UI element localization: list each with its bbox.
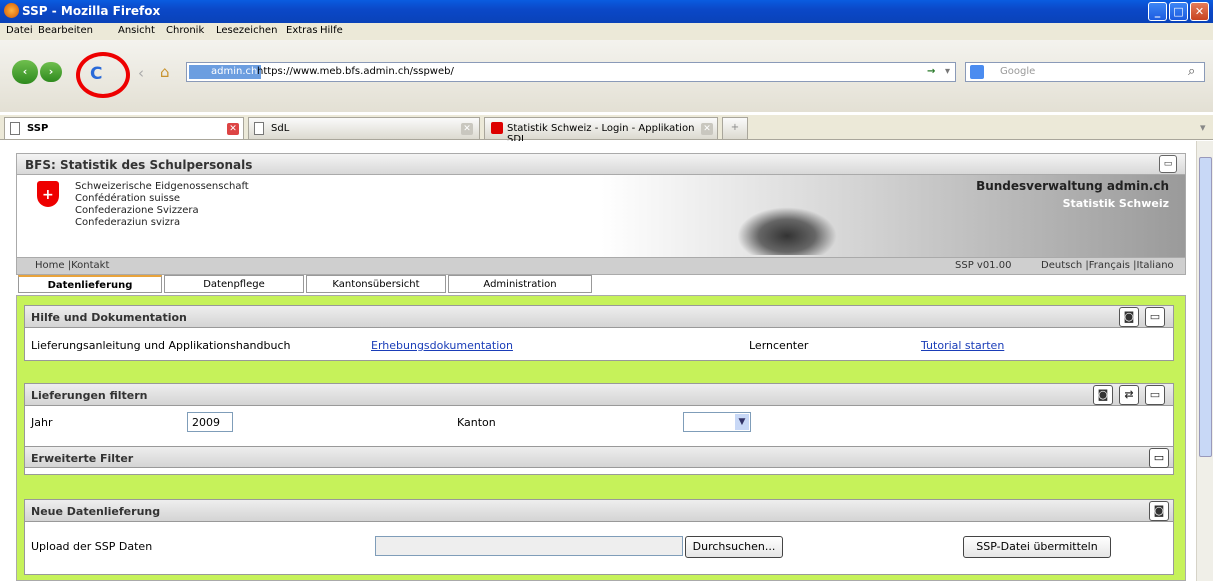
window-title: SSP - Mozilla Firefox: [22, 4, 161, 18]
stop-icon[interactable]: ‹: [138, 64, 144, 82]
collapse-icon[interactable]: ▭: [1145, 385, 1165, 405]
minimize-button[interactable]: _: [1148, 2, 1167, 21]
search-icon[interactable]: ⌕: [1188, 64, 1195, 79]
section-filter: Lieferungen filtern ◙ ⇄ ▭ Jahr 2009 Kant…: [24, 383, 1174, 475]
menu-ansicht[interactable]: Ansicht: [118, 25, 155, 36]
tab-administration[interactable]: Administration: [448, 275, 592, 293]
version-text: SSP v01.00: [955, 260, 1012, 271]
browse-button[interactable]: Durchsuchen...: [685, 536, 783, 558]
lang-fr-link[interactable]: Français: [1089, 260, 1130, 271]
menu-hilfe[interactable]: Hilfe: [320, 25, 343, 36]
app-tab-bar: Datenlieferung Datenpflege Kantonsübersi…: [16, 275, 1186, 295]
jahr-label: Jahr: [31, 416, 53, 429]
tab-list-icon[interactable]: ▾: [1200, 121, 1206, 134]
confed-line-fr: Confédération suisse: [75, 193, 181, 204]
sub-navigation: Home |Kontakt SSP v01.00 Deutsch |França…: [16, 257, 1186, 275]
app-title: BFS: Statistik des Schulpersonals: [25, 158, 253, 172]
search-placeholder: Google: [1000, 66, 1036, 77]
go-icon[interactable]: →: [927, 66, 935, 77]
firefox-icon: [4, 3, 19, 18]
filter-icon[interactable]: ⇄: [1119, 385, 1139, 405]
browser-tab-sdl[interactable]: SdL ✕: [248, 117, 480, 139]
url-bar[interactable]: admin.ch https://www.meb.bfs.admin.ch/ss…: [186, 62, 956, 82]
confed-line-it: Confederazione Svizzera: [75, 205, 199, 216]
section-title: Lieferungen filtern: [31, 389, 148, 402]
upload-label: Upload der SSP Daten: [31, 540, 153, 553]
tab-close-icon[interactable]: ✕: [227, 123, 239, 135]
browser-tab-login[interactable]: Statistik Schweiz - Login - Applikation …: [484, 117, 718, 145]
browser-tab-strip: SSP ✕ SdL ✕ Statistik Schweiz - Login - …: [0, 115, 1213, 145]
back-button[interactable]: ‹: [12, 60, 38, 84]
submit-button[interactable]: SSP-Datei übermitteln: [963, 536, 1111, 558]
expand-icon[interactable]: ▭: [1149, 448, 1169, 468]
app-title-bar: BFS: Statistik des Schulpersonals ▭: [16, 153, 1186, 175]
swiss-flag-icon: [491, 122, 503, 134]
page-icon: [10, 122, 20, 135]
erweiterte-filter-title: Erweiterte Filter: [31, 452, 134, 465]
navigation-toolbar: ‹ › C ‹ ⌂ admin.ch https://www.meb.bfs.a…: [0, 40, 1213, 112]
menu-lesezeichen[interactable]: Lesezeichen: [216, 25, 277, 36]
tab-close-icon[interactable]: ✕: [701, 123, 713, 135]
kontakt-link[interactable]: Kontakt: [71, 260, 109, 271]
menu-bearbeiten[interactable]: Bearbeiten: [38, 25, 93, 36]
camera-icon[interactable]: ◙: [1093, 385, 1113, 405]
google-icon[interactable]: [970, 65, 984, 79]
confed-line-rm: Confederaziun svizra: [75, 217, 181, 228]
maximize-button[interactable]: □: [1169, 2, 1188, 21]
menu-datei[interactable]: Datei: [6, 25, 33, 36]
vertical-scrollbar[interactable]: [1196, 141, 1213, 581]
jahr-input[interactable]: 2009: [187, 412, 233, 432]
brand-title: Bundesverwaltung admin.ch: [976, 179, 1169, 193]
anleitung-label: Lieferungsanleitung und Applikationshand…: [31, 339, 291, 352]
banner: + Schweizerische Eidgenossenschaft Confé…: [16, 175, 1186, 257]
erhebung-link[interactable]: Erhebungsdokumentation: [371, 339, 513, 352]
menu-chronik[interactable]: Chronik: [166, 25, 204, 36]
camera-icon[interactable]: ◙: [1149, 501, 1169, 521]
home-icon[interactable]: ⌂: [160, 63, 170, 81]
forward-button[interactable]: ›: [40, 62, 62, 82]
page-icon: [254, 122, 264, 135]
kanton-select[interactable]: ▼: [683, 412, 751, 432]
swiss-cross-icon: +: [42, 187, 54, 203]
confed-line-de: Schweizerische Eidgenossenschaft: [75, 181, 249, 192]
menu-extras[interactable]: Extras: [286, 25, 318, 36]
chevron-down-icon: ▼: [735, 414, 749, 430]
highlight-circle: [76, 52, 130, 98]
lang-de-link[interactable]: Deutsch: [1041, 260, 1082, 271]
lerncenter-label: Lerncenter: [749, 339, 809, 352]
browser-tab-ssp[interactable]: SSP ✕: [4, 117, 244, 139]
new-tab-button[interactable]: +: [722, 117, 748, 139]
camera-icon[interactable]: ◙: [1119, 307, 1139, 327]
window-titlebar: SSP - Mozilla Firefox _ □ ✕: [0, 0, 1213, 23]
collapse-icon[interactable]: ▭: [1145, 307, 1165, 327]
tab-label: SdL: [271, 123, 290, 134]
section-neue-datenlieferung: Neue Datenlieferung ◙ Upload der SSP Dat…: [24, 499, 1174, 575]
tab-datenlieferung[interactable]: Datenlieferung: [18, 275, 162, 293]
section-title: Neue Datenlieferung: [31, 505, 161, 518]
home-link[interactable]: Home: [35, 260, 65, 271]
erweiterte-filter-bar[interactable]: Erweiterte Filter ▭: [25, 446, 1173, 468]
photographer-image: [737, 207, 837, 255]
tab-label: SSP: [27, 123, 49, 134]
tab-kantonsuebersicht[interactable]: Kantonsübersicht: [306, 275, 446, 293]
tutorial-link[interactable]: Tutorial starten: [921, 339, 1004, 352]
brand-subtitle: Statistik Schweiz: [1062, 197, 1169, 210]
kanton-label: Kanton: [457, 416, 496, 429]
collapse-icon[interactable]: ▭: [1159, 155, 1177, 173]
page-content: BFS: Statistik des Schulpersonals ▭ + Sc…: [0, 141, 1213, 581]
file-path-input[interactable]: [375, 536, 683, 556]
tab-close-icon[interactable]: ✕: [461, 123, 473, 135]
site-identity-badge[interactable]: admin.ch: [189, 65, 262, 79]
tab-datenpflege[interactable]: Datenpflege: [164, 275, 304, 293]
section-hilfe: Hilfe und Dokumentation ◙ ▭ Lieferungsan…: [24, 305, 1174, 361]
search-bar[interactable]: Google ⌕: [965, 62, 1205, 82]
section-title: Hilfe und Dokumentation: [31, 311, 187, 324]
lang-it-link[interactable]: Italiano: [1137, 260, 1174, 271]
url-text: https://www.meb.bfs.admin.ch/sspweb/: [257, 66, 454, 77]
close-button[interactable]: ✕: [1190, 2, 1209, 21]
menu-bar: Datei Bearbeiten Ansicht Chronik Lesezei…: [0, 23, 1213, 40]
history-dropdown-icon[interactable]: ▾: [945, 66, 950, 77]
